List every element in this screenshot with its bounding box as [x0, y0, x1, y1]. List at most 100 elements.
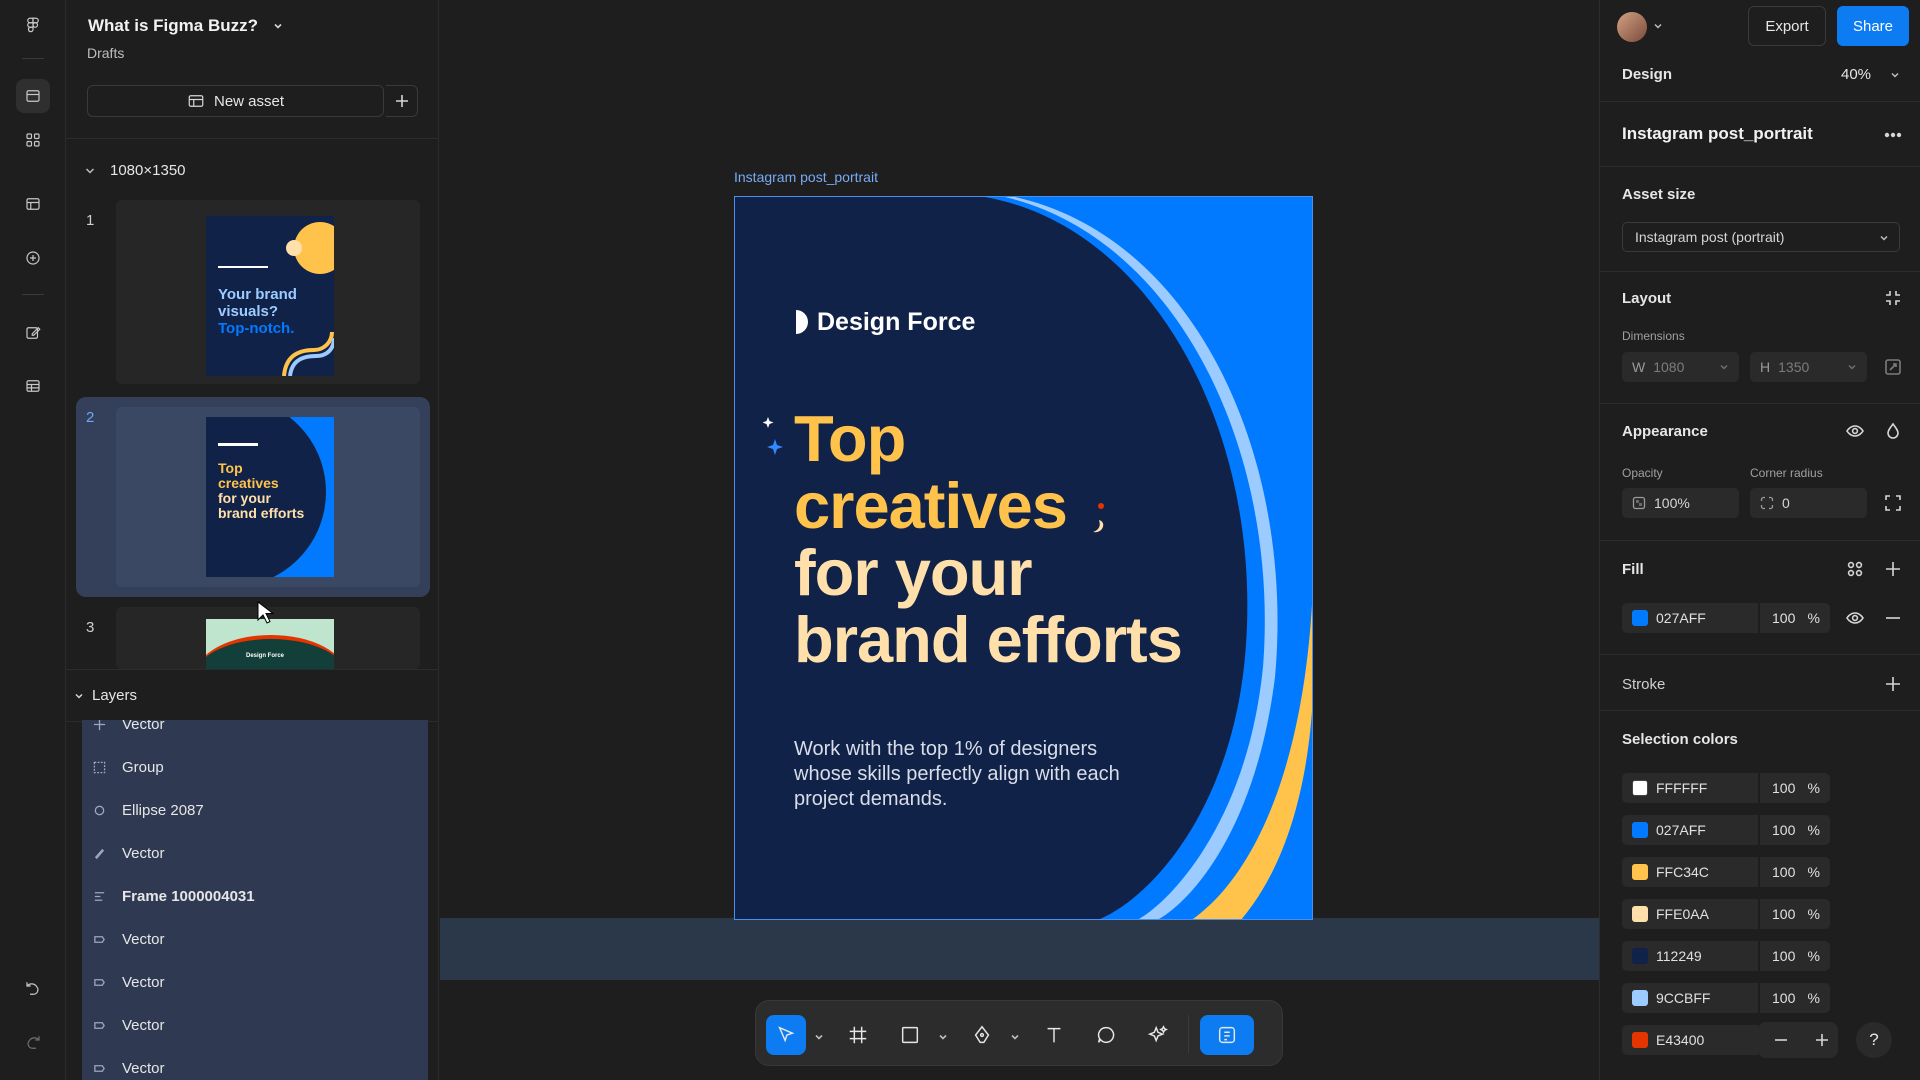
instagram-post-frame[interactable]: Design Force Top creatives for your bran…: [734, 196, 1313, 920]
assets-panel-icon[interactable]: [16, 79, 50, 113]
mode-toggle-button[interactable]: [1200, 1015, 1254, 1055]
width-label: W: [1632, 359, 1646, 375]
zoom-out-icon[interactable]: [1770, 1029, 1792, 1051]
more-options-icon[interactable]: [1882, 124, 1904, 146]
design-tab[interactable]: Design: [1622, 66, 1672, 83]
canvas[interactable]: Instagram post_portrait Design Force Top…: [440, 0, 1599, 1080]
size-group-toggle[interactable]: 1080×1350: [84, 162, 186, 179]
chevron-down-icon[interactable]: [1653, 21, 1663, 31]
selection-color-row[interactable]: FFE0AA 100%: [1622, 899, 1832, 929]
vector-shape-icon: [92, 975, 106, 989]
move-tool-button[interactable]: [766, 1015, 806, 1055]
selection-color-row[interactable]: 027AFF 100%: [1622, 815, 1832, 845]
height-field[interactable]: H 1350: [1750, 352, 1867, 382]
design-mode-icon: [1218, 1026, 1236, 1044]
layer-item[interactable]: Vector: [82, 720, 428, 745]
eye-icon[interactable]: [1844, 420, 1866, 442]
edit-icon[interactable]: [16, 316, 50, 350]
color-swatch[interactable]: [1632, 1032, 1648, 1048]
avatar[interactable]: [1617, 12, 1647, 42]
selection-color-row[interactable]: FFC34C 100%: [1622, 857, 1832, 887]
asset-thumbnail-2[interactable]: 2 Top creatives for your brand efforts: [76, 397, 430, 597]
asset-thumbnail-1[interactable]: 1 Your brand visuals? Top-notch.: [76, 200, 430, 388]
fill-row[interactable]: 027AFF 100 %: [1622, 603, 1832, 633]
vector-icon: [92, 720, 106, 731]
undo-icon[interactable]: [16, 972, 50, 1006]
color-hex: E43400: [1656, 1032, 1705, 1048]
layers-toggle[interactable]: Layers: [74, 687, 137, 704]
add-stroke-icon[interactable]: [1882, 673, 1904, 695]
headline-line: Top: [794, 402, 906, 475]
corner-radius-field[interactable]: 0: [1750, 488, 1867, 518]
remove-fill-icon[interactable]: [1882, 607, 1904, 629]
frame-label[interactable]: Instagram post_portrait: [734, 169, 878, 185]
frame-tool-button[interactable]: [838, 1015, 878, 1055]
selection-color-row[interactable]: FFFFFF 100%: [1622, 773, 1832, 803]
color-swatch[interactable]: [1632, 948, 1648, 964]
right-design-panel: Export Share Design 40% Instagram post_p…: [1599, 0, 1920, 1080]
move-tool-menu[interactable]: [814, 1029, 824, 1040]
layer-item[interactable]: Ellipse 2087: [82, 789, 428, 831]
templates-icon[interactable]: [16, 187, 50, 221]
left-icon-rail: [0, 0, 66, 1080]
table-icon[interactable]: [16, 369, 50, 403]
ai-tool-button[interactable]: [1138, 1015, 1178, 1055]
add-asset-button[interactable]: [386, 85, 418, 117]
ellipse-icon: [92, 803, 106, 817]
zoom-level[interactable]: 40%: [1841, 66, 1871, 83]
collapse-icon[interactable]: [1882, 287, 1904, 309]
figma-logo-icon[interactable]: [16, 8, 50, 42]
layer-item[interactable]: Group: [82, 746, 428, 788]
share-button[interactable]: Share: [1837, 6, 1909, 46]
selection-color-row[interactable]: 9CCBFF 100%: [1622, 983, 1832, 1013]
export-button[interactable]: Export: [1748, 6, 1826, 46]
redo-icon[interactable]: [16, 1026, 50, 1060]
chevron-down-icon[interactable]: [1890, 70, 1900, 80]
text-tool-button[interactable]: [1034, 1015, 1074, 1055]
pen-tool-button[interactable]: [962, 1015, 1002, 1055]
size-group-label: 1080×1350: [110, 162, 186, 179]
color-hex: 112249: [1656, 948, 1702, 964]
layer-item[interactable]: Vector: [82, 918, 428, 960]
add-fill-icon[interactable]: [1882, 558, 1904, 580]
new-asset-button[interactable]: New asset: [87, 85, 384, 117]
layer-item[interactable]: Vector: [82, 961, 428, 1003]
shape-tool-menu[interactable]: [938, 1029, 948, 1040]
styles-grid-icon[interactable]: [1844, 558, 1866, 580]
color-swatch[interactable]: [1632, 822, 1648, 838]
resize-lock-icon[interactable]: [1882, 356, 1904, 378]
independent-corners-icon[interactable]: [1882, 492, 1904, 514]
layer-name: Vector: [122, 844, 165, 862]
asset-size-select[interactable]: Instagram post (portrait): [1622, 222, 1900, 252]
fill-label: Fill: [1622, 561, 1644, 578]
help-button[interactable]: ?: [1856, 1022, 1892, 1058]
asset-thumbnail-3[interactable]: 3 Design Force: [76, 607, 430, 669]
fill-swatch[interactable]: [1632, 610, 1648, 626]
color-swatch[interactable]: [1632, 906, 1648, 922]
brand-name: Design Force: [817, 308, 976, 336]
zoom-in-icon[interactable]: [1811, 1029, 1833, 1051]
selection-name: Instagram post_portrait: [1622, 124, 1813, 143]
file-title-menu[interactable]: What is Figma Buzz?: [88, 16, 284, 36]
layer-item[interactable]: Vector: [82, 1004, 428, 1046]
fill-visibility-eye-icon[interactable]: [1844, 607, 1866, 629]
blend-mode-drop-icon[interactable]: [1882, 420, 1904, 442]
opacity-field[interactable]: 100%: [1622, 488, 1739, 518]
pen-tool-menu[interactable]: [1010, 1029, 1020, 1040]
selection-color-row[interactable]: 112249 100%: [1622, 941, 1832, 971]
comment-tool-button[interactable]: [1086, 1015, 1126, 1055]
thumbnail-text: Your brand: [218, 286, 297, 303]
add-circle-icon[interactable]: [16, 241, 50, 275]
appearance-label: Appearance: [1622, 423, 1708, 440]
components-grid-icon[interactable]: [16, 123, 50, 157]
color-swatch[interactable]: [1632, 864, 1648, 880]
width-field[interactable]: W 1080: [1622, 352, 1739, 382]
pen-icon: [974, 1025, 990, 1044]
layer-item[interactable]: Vector: [82, 1047, 428, 1080]
color-swatch[interactable]: [1632, 990, 1648, 1006]
rectangle-icon: [901, 1026, 919, 1044]
layer-item[interactable]: Frame 1000004031: [82, 875, 428, 917]
shape-tool-button[interactable]: [890, 1015, 930, 1055]
layer-item[interactable]: Vector: [82, 832, 428, 874]
color-swatch[interactable]: [1632, 780, 1648, 796]
